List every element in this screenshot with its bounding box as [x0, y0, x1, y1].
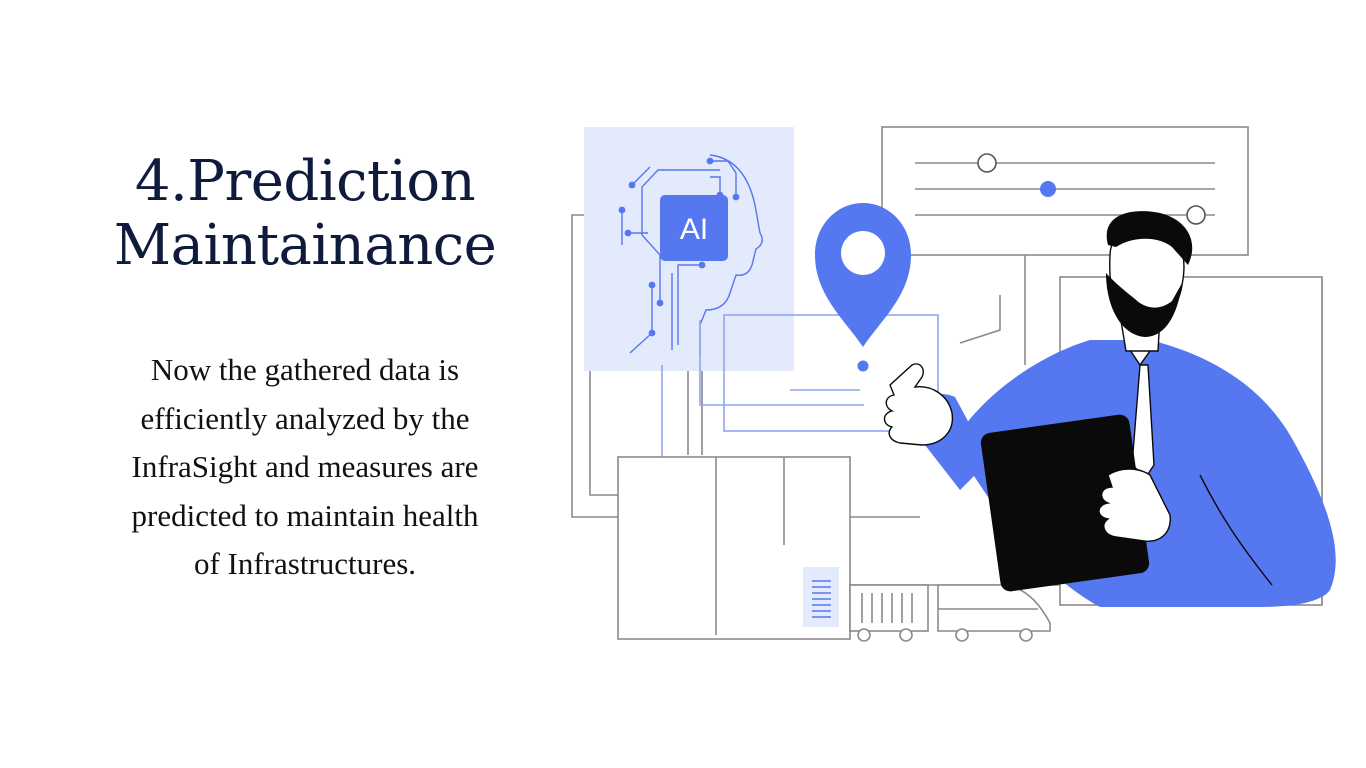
slider-knob-1 — [977, 153, 997, 173]
slide-description: Now the gathered data is efficiently ana… — [60, 346, 550, 589]
location-pin-icon — [815, 203, 911, 372]
slide-title: 4.Prediction Maintainance — [60, 150, 550, 278]
description-line-5: of Infrastructures. — [193, 546, 417, 581]
slider-knob-2 — [1040, 181, 1056, 197]
slider-card — [881, 126, 1249, 256]
description-line-4: predicted to maintain health — [131, 497, 479, 533]
text-column: 4.Prediction Maintainance Now the gather… — [60, 150, 550, 589]
description-line-1: Now the gathered data is — [150, 352, 460, 387]
slide: 4.Prediction Maintainance Now the gather… — [0, 0, 1366, 768]
description-line-2: efficiently analyzed by the — [140, 400, 470, 436]
title-line-2: Maintainance — [113, 213, 497, 278]
slider-knob-3 — [1186, 205, 1206, 225]
server-cabinet — [617, 456, 851, 640]
man-with-tablet — [883, 211, 1336, 607]
ai-chip-label: AI — [680, 213, 708, 246]
title-line-1: 4.Prediction — [134, 149, 476, 214]
description-line-3: InfraSight and measures are — [131, 449, 479, 484]
train — [849, 584, 1051, 642]
predictive-maintenance-illustration: AI — [571, 126, 1336, 642]
